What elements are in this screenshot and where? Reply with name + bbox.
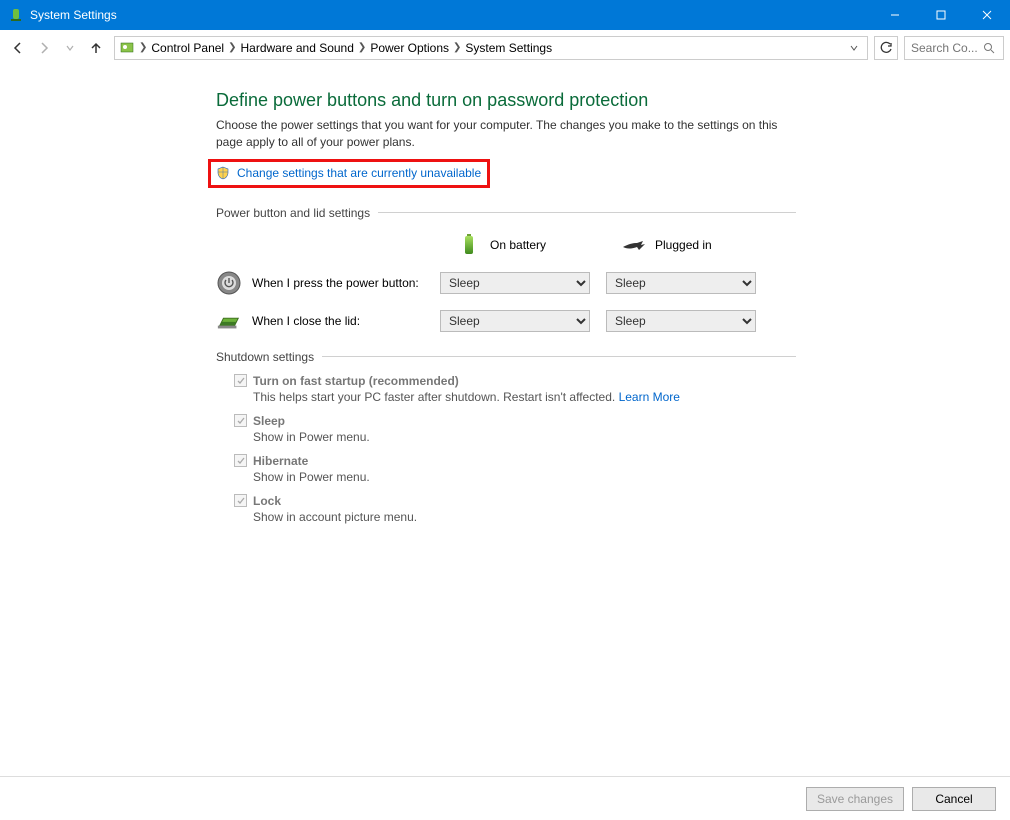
app-icon <box>8 7 24 23</box>
power-button-plugged-select[interactable]: Sleep <box>606 272 756 294</box>
up-button[interactable] <box>84 36 108 60</box>
content-area: Define power buttons and turn on passwor… <box>0 66 1010 776</box>
power-button-lid-group: Power button and lid settings On battery… <box>216 206 796 332</box>
cancel-button[interactable]: Cancel <box>912 787 996 811</box>
control-panel-icon <box>119 40 135 56</box>
breadcrumb-item[interactable]: Power Options <box>370 41 449 55</box>
checkbox-label: Lock <box>253 494 281 508</box>
recent-drop-icon[interactable] <box>58 36 82 60</box>
footer-bar: Save changes Cancel <box>0 776 1010 820</box>
checkbox-disabled <box>234 454 247 467</box>
save-button[interactable]: Save changes <box>806 787 904 811</box>
shutdown-settings-group: Shutdown settings Turn on fast startup (… <box>216 350 796 524</box>
checkbox-disabled <box>234 414 247 427</box>
checkbox-desc: Show in Power menu. <box>253 430 796 444</box>
breadcrumb-item[interactable]: Control Panel <box>151 41 224 55</box>
group-title: Shutdown settings <box>216 350 314 364</box>
maximize-button[interactable] <box>918 0 964 30</box>
lock-item: Lock Show in account picture menu. <box>234 494 796 524</box>
plug-icon <box>621 234 647 256</box>
hibernate-item: Hibernate Show in Power menu. <box>234 454 796 484</box>
power-button-icon <box>216 272 242 294</box>
lid-plugged-select[interactable]: Sleep <box>606 310 756 332</box>
lid-battery-select[interactable]: Sleep <box>440 310 590 332</box>
shield-icon <box>215 165 231 181</box>
checkbox-desc: Show in Power menu. <box>253 470 796 484</box>
fast-startup-item: Turn on fast startup (recommended) This … <box>234 374 796 404</box>
page-title: Define power buttons and turn on passwor… <box>216 90 796 111</box>
search-input[interactable] <box>909 40 979 56</box>
lid-row: When I close the lid: Sleep Sleep <box>216 310 796 332</box>
minimize-button[interactable] <box>872 0 918 30</box>
chevron-right-icon: ❯ <box>453 42 461 53</box>
chevron-right-icon: ❯ <box>228 42 236 53</box>
address-bar[interactable]: ❯ Control Panel ❯ Hardware and Sound ❯ P… <box>114 36 868 60</box>
back-button[interactable] <box>6 36 30 60</box>
chevron-right-icon: ❯ <box>139 42 147 53</box>
title-bar: System Settings <box>0 0 1010 30</box>
checkbox-desc: This helps start your PC faster after sh… <box>253 390 796 404</box>
checkbox-label: Turn on fast startup (recommended) <box>253 374 459 388</box>
breadcrumb-item[interactable]: Hardware and Sound <box>241 41 354 55</box>
search-icon <box>983 42 995 54</box>
change-settings-link[interactable]: Change settings that are currently unava… <box>237 166 481 180</box>
close-button[interactable] <box>964 0 1010 30</box>
page-subtitle: Choose the power settings that you want … <box>216 117 796 151</box>
address-drop-icon[interactable] <box>845 43 863 53</box>
checkbox-desc: Show in account picture menu. <box>253 510 796 524</box>
chevron-right-icon: ❯ <box>358 42 366 53</box>
group-title: Power button and lid settings <box>216 206 370 220</box>
forward-button[interactable] <box>32 36 56 60</box>
column-label-battery: On battery <box>490 238 546 252</box>
checkbox-label: Hibernate <box>253 454 308 468</box>
window-title: System Settings <box>30 8 117 22</box>
lid-icon <box>216 310 242 332</box>
highlighted-change-settings: Change settings that are currently unava… <box>208 159 490 188</box>
power-button-row: When I press the power button: Sleep Sle… <box>216 272 796 294</box>
checkbox-disabled <box>234 374 247 387</box>
search-box[interactable] <box>904 36 1004 60</box>
battery-icon <box>456 234 482 256</box>
sleep-item: Sleep Show in Power menu. <box>234 414 796 444</box>
refresh-button[interactable] <box>874 36 898 60</box>
learn-more-link[interactable]: Learn More <box>619 390 680 404</box>
checkbox-label: Sleep <box>253 414 285 428</box>
power-button-battery-select[interactable]: Sleep <box>440 272 590 294</box>
checkbox-disabled <box>234 494 247 507</box>
column-label-plugged: Plugged in <box>655 238 712 252</box>
breadcrumb-item[interactable]: System Settings <box>465 41 552 55</box>
power-button-label: When I press the power button: <box>252 276 419 290</box>
nav-bar: ❯ Control Panel ❯ Hardware and Sound ❯ P… <box>0 30 1010 66</box>
lid-label: When I close the lid: <box>252 314 360 328</box>
